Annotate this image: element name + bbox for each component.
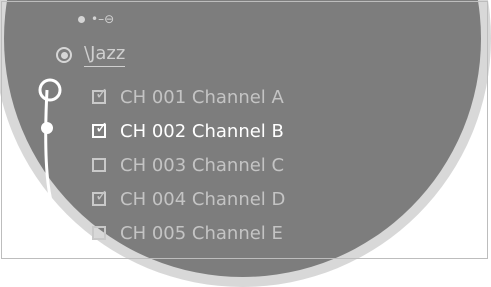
channel-label: CH 003 Channel C (120, 154, 285, 176)
channel-label: CH 001 Channel A (120, 86, 284, 108)
check-icon: ✓ (95, 186, 109, 205)
channel-checkbox[interactable] (92, 158, 106, 172)
check-icon: ✓ (95, 84, 109, 103)
channel-checkbox[interactable]: ✓ (92, 188, 108, 206)
channel-checkbox[interactable]: ✓ (92, 86, 108, 104)
channel-label: CH 005 Channel E (120, 222, 283, 244)
channel-checkbox[interactable]: ✓ (92, 120, 108, 138)
channel-row[interactable]: ✓ CH 001 Channel A (92, 80, 285, 114)
radio-selected-icon (56, 47, 72, 63)
channel-label: CH 004 Channel D (120, 188, 286, 210)
channel-checkbox[interactable] (92, 226, 106, 240)
channel-label: CH 002 Channel B (120, 120, 284, 142)
folder-row[interactable]: \Jazz (56, 40, 126, 70)
status-dot-icon (78, 15, 85, 23)
scroll-thumb (41, 122, 53, 134)
channel-row[interactable]: CH 003 Channel C (92, 148, 285, 182)
check-icon: ✓ (95, 118, 109, 137)
scroll-top-ring (38, 78, 62, 102)
channel-list: ✓ CH 001 Channel A ✓ CH 002 Channel B CH 003… (92, 80, 285, 250)
channel-row[interactable]: ✓ CH 002 Channel B (92, 114, 285, 148)
scroll-arc[interactable] (38, 78, 74, 248)
channel-row[interactable]: CH 005 Channel E (92, 216, 285, 250)
top-status-strip: •–⊖ (78, 10, 114, 28)
folder-label: \Jazz (84, 43, 126, 67)
connection-key-icon: •–⊖ (91, 12, 115, 26)
channel-row[interactable]: ✓ CH 004 Channel D (92, 182, 285, 216)
